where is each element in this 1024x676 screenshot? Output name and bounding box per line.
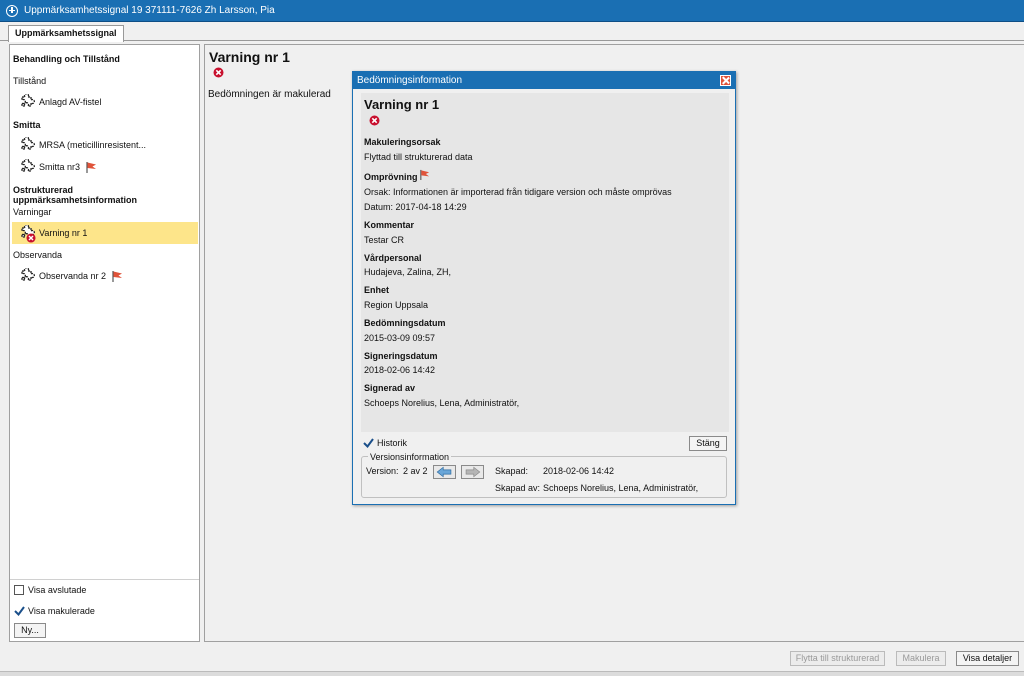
- omprovning-label: Omprövning: [364, 172, 418, 182]
- show-finished-checkbox[interactable]: Visa avslutade: [14, 585, 86, 595]
- signerad-av-label: Signerad av: [364, 383, 416, 393]
- created-by-label: Skapad av:: [495, 483, 541, 493]
- checkbox-label: Historik: [377, 437, 408, 448]
- puzzle-icon: [21, 93, 35, 107]
- created-value: 2018-02-06 14:42: [543, 466, 615, 476]
- group-varningar: Varningar: [13, 207, 52, 217]
- created-label: Skapad:: [495, 466, 529, 476]
- vardpersonal-value: Hudajeva, Zalina, ZH,: [364, 267, 452, 277]
- puzzle-icon: [21, 158, 35, 172]
- assessment-dialog: Bedömningsinformation Varning nr 1 Makul…: [352, 71, 736, 505]
- error-icon: [213, 67, 224, 78]
- checkmark-icon: [14, 606, 25, 616]
- voided-status-text: Bedömningen är makulerad: [208, 89, 331, 100]
- omprovning-label-row: Omprövning: [364, 169, 430, 182]
- close-icon[interactable]: [720, 75, 731, 86]
- tree-item-av-fistel[interactable]: Anlagd AV-fistel: [18, 92, 101, 112]
- tree-item-label: Observanda nr 2: [39, 271, 107, 281]
- window-title: Uppmärksamhetssignal 19 371111-7626 Zh L…: [24, 5, 275, 16]
- enhet-value: Region Uppsala: [364, 300, 429, 310]
- section-behandling: Behandling och Tillstånd: [13, 54, 120, 64]
- version-label: Version:: [366, 466, 399, 476]
- error-icon: [369, 115, 380, 126]
- tree-item-mrsa[interactable]: MRSA (meticillinresistent...: [18, 135, 146, 155]
- vardpersonal-label: Vårdpersonal: [364, 253, 422, 263]
- show-details-button[interactable]: Visa detaljer: [956, 651, 1019, 666]
- group-tillstand: Tillstånd: [13, 76, 47, 86]
- omprovning-orsak: Orsak: Informationen är importerad från …: [364, 187, 672, 197]
- page-title: Varning nr 1: [209, 49, 290, 65]
- tab-strip: Uppmärksamhetssignal: [0, 22, 1024, 42]
- section-ostrukturerad: Ostrukturerad uppmärksamhetsinformation: [13, 185, 138, 205]
- flag-icon: [112, 270, 123, 282]
- tree-options: Visa avslutade Visa makulerade Ny...: [10, 579, 199, 641]
- dialog-heading: Varning nr 1: [364, 97, 440, 112]
- historik-checkbox[interactable]: Historik: [363, 437, 407, 448]
- signeringsdatum-value: 2018-02-06 14:42: [364, 365, 436, 375]
- dialog-title: Bedömningsinformation: [357, 75, 463, 86]
- created-by-value: Schoeps Norelius, Lena, Administratör,: [543, 483, 699, 493]
- close-button[interactable]: Stäng: [689, 436, 727, 451]
- signeringsdatum-label: Signeringsdatum: [364, 351, 438, 361]
- puzzle-icon: [21, 267, 35, 281]
- dialog-titlebar: Bedömningsinformation: [353, 72, 735, 89]
- previous-version-button[interactable]: [433, 465, 456, 479]
- tree-item-label: Varning nr 1: [39, 228, 88, 238]
- tree-item-smitta-nr3[interactable]: Smitta nr3: [18, 157, 97, 177]
- kommentar-value: Testar CR: [364, 235, 405, 245]
- tree-item-varning-nr1[interactable]: Varning nr 1: [12, 222, 198, 244]
- tree-item-observanda-nr2[interactable]: Observanda nr 2: [18, 266, 123, 286]
- flag-icon: [419, 169, 430, 180]
- kommentar-label: Kommentar: [364, 220, 415, 230]
- omprovning-datum: Datum: 2017-04-18 14:29: [364, 202, 467, 212]
- checkbox-label: Visa makulerade: [28, 605, 95, 616]
- version-info-group: Versionsinformation Version: 2 av 2 Skap…: [361, 452, 727, 498]
- arrow-right-icon: [465, 466, 481, 478]
- signal-tree-panel: Behandling och Tillstånd Tillstånd Anlag…: [9, 44, 200, 642]
- tree-item-label: MRSA (meticillinresistent...: [39, 140, 147, 150]
- tree-item-label: Smitta nr3: [39, 162, 81, 172]
- signerad-av-value: Schoeps Norelius, Lena, Administratör,: [364, 398, 520, 408]
- action-bar: Flytta till strukturerad Makulera Visa d…: [0, 642, 1024, 676]
- move-to-structured-button[interactable]: Flytta till strukturerad: [790, 651, 885, 666]
- makuleringsorsak-label: Makuleringsorsak: [364, 137, 441, 147]
- bedomningsdatum-value: 2015-03-09 09:57: [364, 333, 436, 343]
- group-observanda: Observanda: [13, 250, 63, 260]
- puzzle-icon: [21, 136, 35, 150]
- version-value: 2 av 2: [403, 466, 428, 476]
- show-voided-checkbox[interactable]: Visa makulerade: [14, 605, 95, 616]
- tree-item-label: Anlagd AV-fistel: [39, 97, 102, 107]
- next-version-button[interactable]: [461, 465, 484, 479]
- checkmark-icon: [363, 438, 374, 448]
- enhet-label: Enhet: [364, 285, 390, 295]
- dialog-content: Varning nr 1 Makuleringsorsak Flyttad ti…: [361, 93, 729, 432]
- checkbox-label: Visa avslutade: [28, 585, 87, 595]
- checkbox-unchecked-icon: [14, 585, 24, 595]
- makuleringsorsak-value: Flyttad till strukturerad data: [364, 152, 473, 162]
- puzzle-error-icon: [18, 223, 36, 243]
- flag-icon: [86, 161, 97, 173]
- group-smitta: Smitta: [13, 120, 41, 130]
- app-icon: [6, 4, 18, 17]
- version-info-legend: Versionsinformation: [368, 452, 452, 462]
- arrow-left-icon: [436, 466, 452, 478]
- void-button[interactable]: Makulera: [896, 651, 946, 666]
- tab-uppmarksamhetssignal[interactable]: Uppmärksamhetssignal: [8, 25, 124, 42]
- new-button[interactable]: Ny...: [14, 623, 46, 638]
- bedomningsdatum-label: Bedömningsdatum: [364, 318, 446, 328]
- window-titlebar: Uppmärksamhetssignal 19 371111-7626 Zh L…: [0, 0, 1024, 22]
- window-bottom-edge: [0, 671, 1024, 676]
